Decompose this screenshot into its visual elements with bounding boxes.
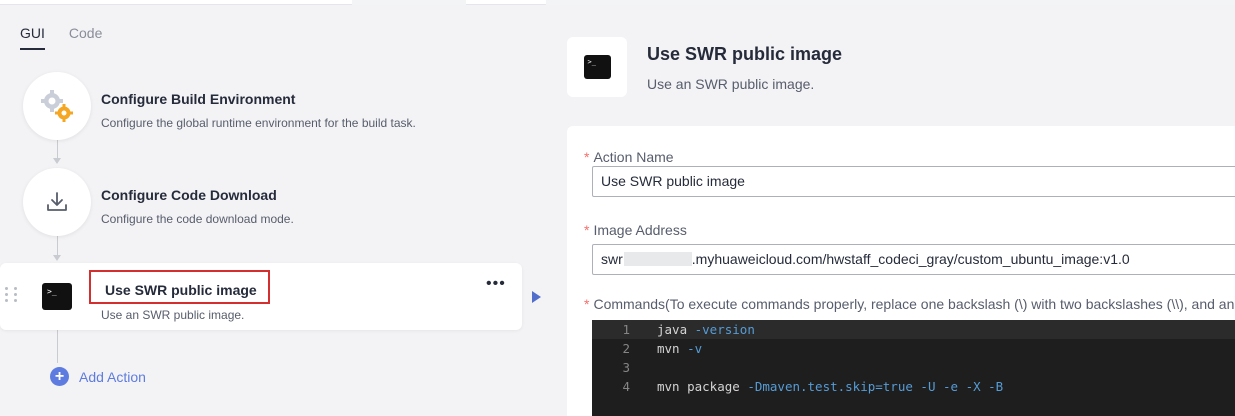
terminal-icon: >_	[583, 55, 611, 79]
line-number: 4	[622, 379, 630, 394]
required-mark: *	[584, 222, 590, 238]
image-address-input[interactable]: swr .myhuaweicloud.com/hwstaff_codeci_gra…	[592, 244, 1235, 275]
image-address-suffix: .myhuaweicloud.com/hwstaff_codeci_gray/c…	[691, 251, 1130, 267]
line-number: 3	[622, 360, 630, 375]
code-flags: -version	[687, 322, 755, 337]
step-title[interactable]: Use SWR public image	[105, 282, 257, 298]
code-line[interactable]: 2 mvn -v	[592, 339, 1235, 358]
code-command: mvn	[657, 341, 680, 356]
step-description: Configure the global runtime environment…	[101, 116, 416, 130]
step-title[interactable]: Configure Build Environment	[101, 91, 295, 107]
more-options-button[interactable]: •••	[486, 276, 506, 292]
code-flags: -Dmaven.test.skip=true -U -e -X -B	[739, 379, 1004, 394]
commands-code-editor[interactable]: 1 java -version 2 mvn -v 3 4 mvn package…	[592, 320, 1235, 416]
drag-handle-icon[interactable]	[5, 287, 19, 302]
pipeline-steps-panel: GUI Code Configure Build Environment Con…	[0, 5, 546, 416]
action-form: * Action Name Use SWR public image * Image…	[567, 126, 1235, 416]
download-icon	[47, 192, 67, 211]
commands-label: * Commands(To execute commands properly, …	[584, 296, 1234, 312]
redacted-region	[623, 252, 692, 266]
detail-icon-box: >_	[567, 37, 627, 97]
step-title[interactable]: Configure Code Download	[101, 187, 277, 203]
step-connector	[57, 140, 58, 160]
code-text: mvn package -Dmaven.test.skip=true -U -e…	[657, 379, 1003, 394]
code-flags: -v	[679, 341, 703, 356]
step-icon-circle[interactable]	[23, 168, 91, 236]
plus-icon: +	[50, 367, 69, 386]
expand-arrow-icon	[532, 291, 541, 303]
field-label-text: Image Address	[593, 222, 687, 238]
step-connector	[57, 236, 58, 257]
field-label-text: Commands(To execute commands properly, r…	[593, 296, 1235, 312]
required-mark: *	[584, 296, 590, 312]
code-line[interactable]: 4 mvn package -Dmaven.test.skip=true -U …	[592, 377, 1235, 396]
step-description: Use an SWR public image.	[101, 308, 245, 322]
field-label-text: Action Name	[593, 149, 674, 165]
code-text: java -version	[657, 322, 755, 337]
step-icon-circle[interactable]	[23, 72, 91, 140]
detail-title: Use SWR public image	[647, 44, 843, 64]
action-name-input[interactable]: Use SWR public image	[592, 166, 1235, 197]
add-action-button[interactable]: + Add Action	[50, 367, 146, 386]
code-text: mvn -v	[657, 341, 702, 356]
line-number: 2	[622, 341, 630, 356]
step-connector	[57, 330, 58, 363]
code-line[interactable]: 3	[592, 358, 1235, 377]
tab-code[interactable]: Code	[69, 25, 102, 50]
view-tabs: GUI Code	[20, 25, 102, 50]
image-address-prefix: swr	[601, 251, 623, 267]
active-step-card[interactable]: >_ Use SWR public image Use an SWR publi…	[0, 263, 522, 330]
gear-icon	[41, 90, 73, 122]
required-mark: *	[584, 149, 590, 165]
code-command: mvn package	[657, 379, 740, 394]
connector-arrow	[53, 255, 61, 261]
line-number: 1	[622, 322, 630, 337]
connector-arrow	[53, 158, 61, 164]
step-detail-panel: >_ Use SWR public image Use an SWR publi…	[546, 5, 1235, 416]
image-address-label: * Image Address	[584, 222, 687, 238]
add-action-label: Add Action	[79, 368, 146, 385]
code-command: java	[657, 322, 688, 337]
step-description: Configure the code download mode.	[101, 212, 294, 226]
tab-gui[interactable]: GUI	[20, 25, 45, 50]
detail-description: Use an SWR public image.	[647, 76, 815, 92]
code-line[interactable]: 1 java -version	[592, 320, 1235, 339]
terminal-icon: >_	[42, 283, 72, 310]
action-name-label: * Action Name	[584, 149, 674, 165]
